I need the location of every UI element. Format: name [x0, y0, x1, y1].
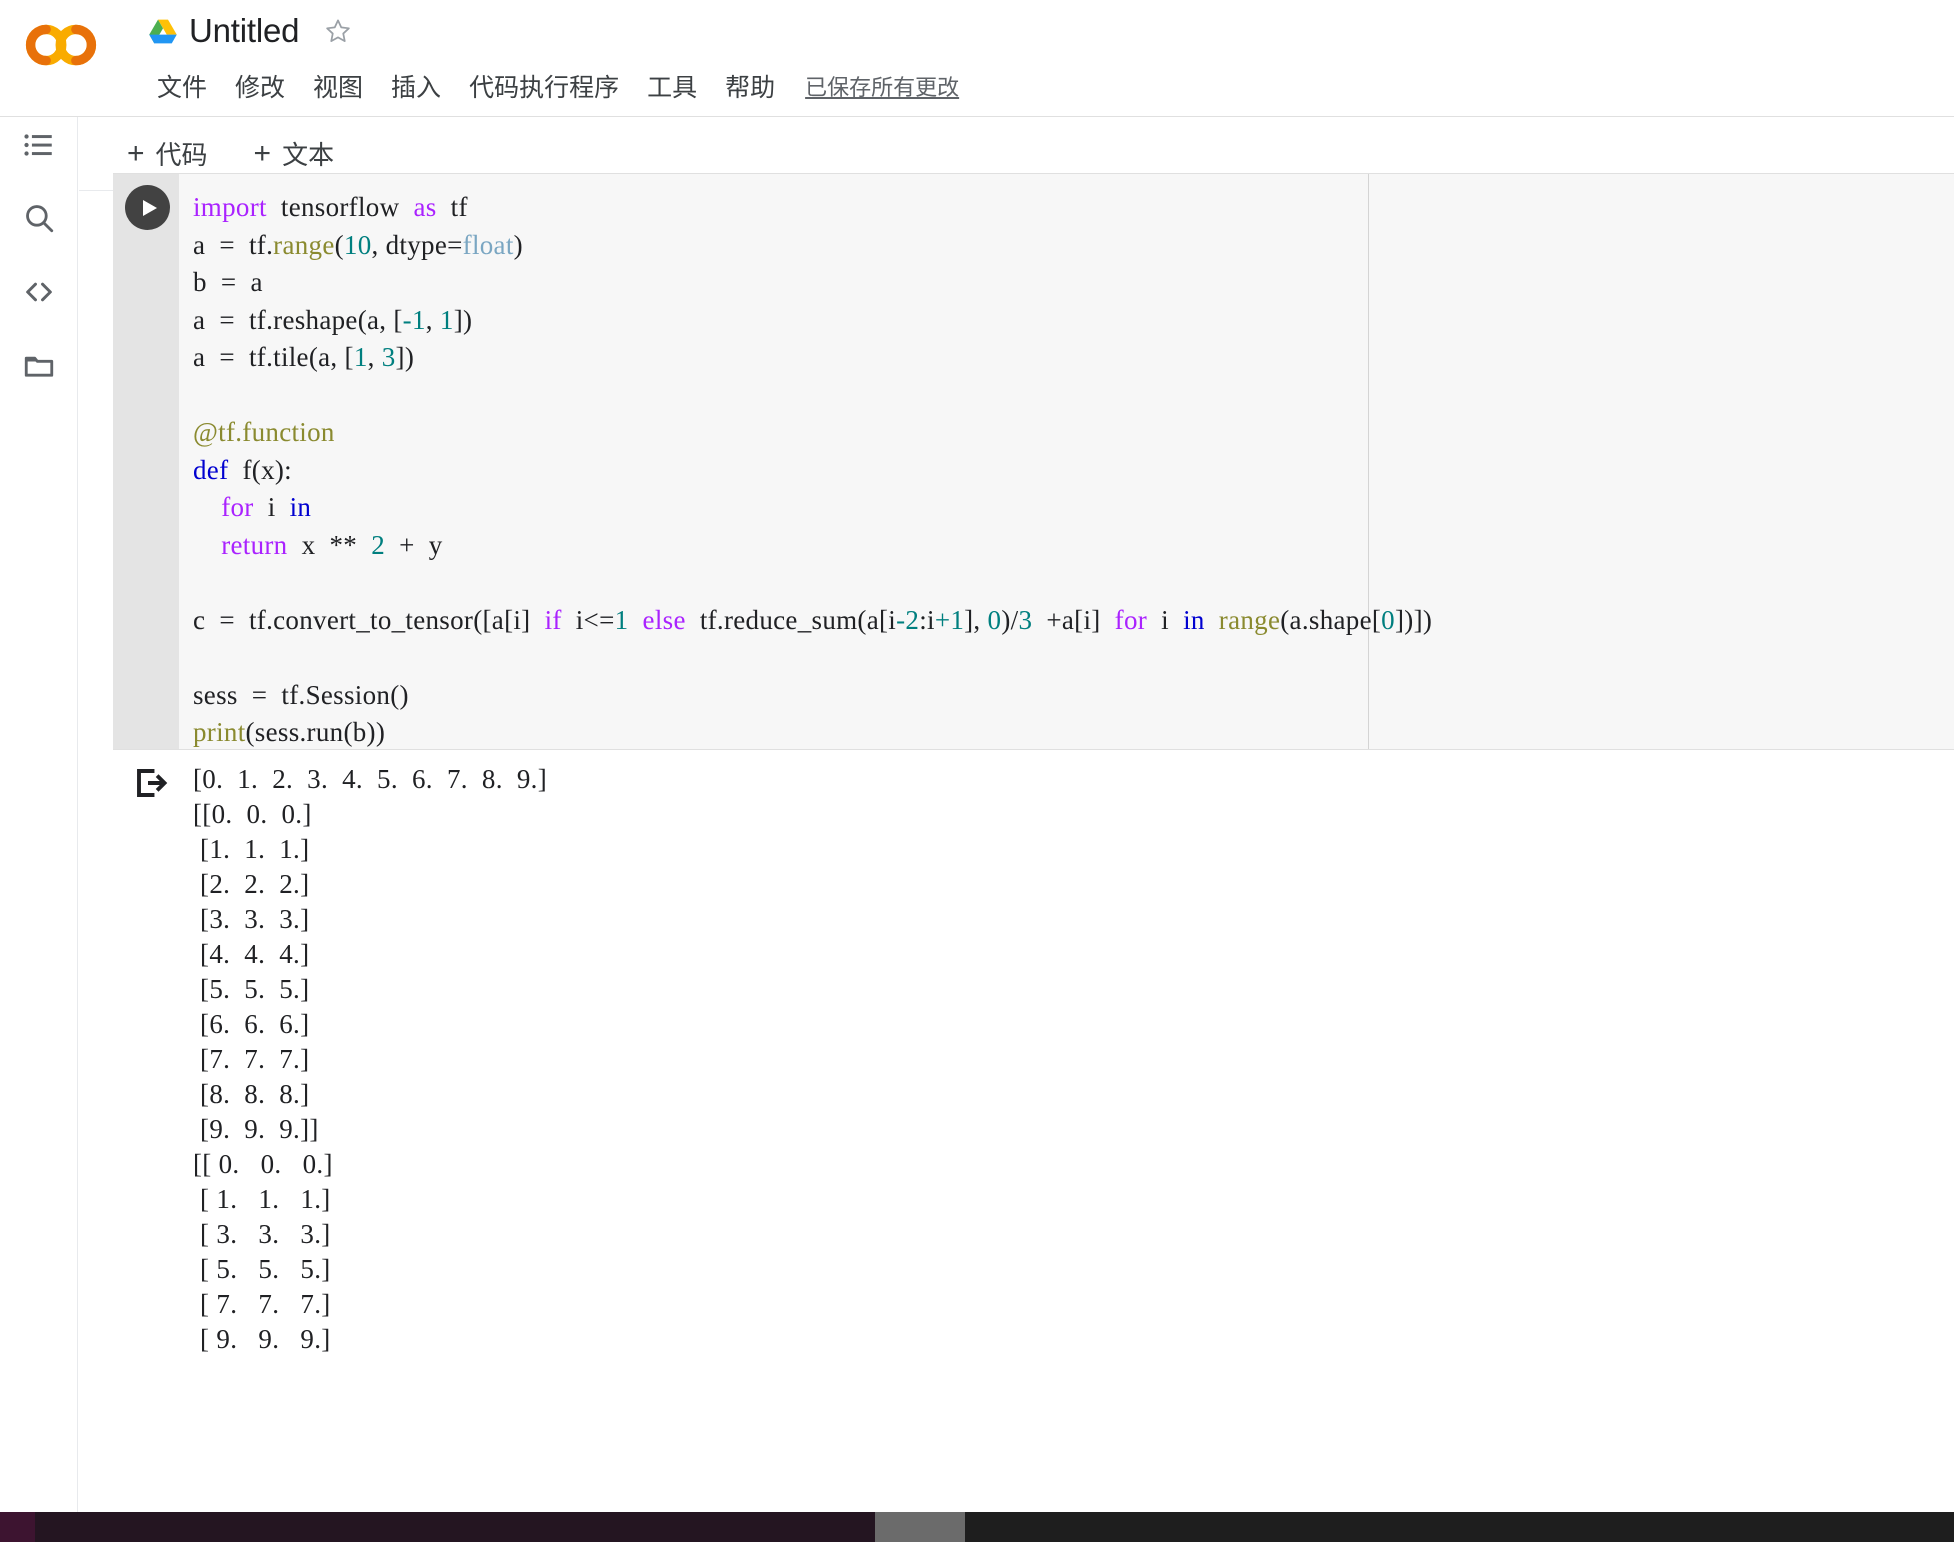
menu-item-insert[interactable]: 插入: [377, 68, 455, 104]
sidebar-item-files[interactable]: [16, 343, 62, 389]
app-header: Untitled 文件 修改 视图 插入 代码执行程序 工具 帮助 已保存所有更…: [0, 0, 1954, 117]
add-code-cell-button[interactable]: + 代码: [113, 131, 222, 176]
cell-output: [0. 1. 2. 3. 4. 5. 6. 7. 8. 9.] [[0. 0. …: [113, 750, 1954, 1512]
output-text: [0. 1. 2. 3. 4. 5. 6. 7. 8. 9.] [[0. 0. …: [193, 764, 547, 1354]
menu-bar: 文件 修改 视图 插入 代码执行程序 工具 帮助 已保存所有更改: [143, 66, 959, 106]
code-cell[interactable]: import tensorflow as tf a = tf.range(10,…: [113, 173, 1954, 750]
add-text-cell-label: 文本: [282, 140, 335, 170]
output-stream-icon: [137, 769, 168, 797]
document-title-row: Untitled: [148, 5, 353, 57]
save-status[interactable]: 已保存所有更改: [805, 70, 959, 102]
add-text-cell-button[interactable]: + 文本: [240, 131, 349, 176]
files-folder-icon: [24, 356, 54, 377]
play-icon: [142, 199, 157, 216]
drive-icon: [149, 19, 177, 43]
plus-icon: +: [253, 136, 272, 170]
taskbar-segment: [35, 1512, 875, 1542]
table-of-contents-icon: [24, 134, 52, 156]
menu-item-help[interactable]: 帮助: [711, 68, 789, 104]
menu-item-view[interactable]: 视图: [299, 68, 377, 104]
menu-item-runtime[interactable]: 代码执行程序: [455, 68, 633, 104]
sidebar-item-search[interactable]: [16, 195, 62, 241]
left-rail: [0, 117, 78, 1512]
run-cell-button[interactable]: [125, 185, 170, 230]
taskbar-segment: [965, 1512, 1954, 1542]
add-code-cell-label: 代码: [155, 140, 208, 170]
code-snippets-icon: [26, 282, 52, 302]
code-editor[interactable]: import tensorflow as tf a = tf.range(10,…: [179, 174, 1954, 749]
notebook-area: + 代码 + 文本 import tensorflow as tf a = tf…: [79, 117, 1954, 1512]
search-icon: [26, 205, 54, 233]
taskbar-segment: [0, 1512, 35, 1542]
sidebar-item-code-snippets[interactable]: [16, 269, 62, 315]
taskbar-segment: [875, 1512, 965, 1542]
menu-item-edit[interactable]: 修改: [221, 68, 299, 104]
cell-gutter: [113, 174, 179, 749]
plus-icon: +: [127, 136, 145, 170]
star-icon[interactable]: [323, 16, 353, 46]
code-text[interactable]: import tensorflow as tf a = tf.range(10,…: [193, 189, 1432, 749]
menu-item-file[interactable]: 文件: [143, 68, 221, 104]
page-title[interactable]: Untitled: [189, 12, 299, 50]
sidebar-item-table-of-contents[interactable]: [16, 122, 62, 168]
menu-item-tools[interactable]: 工具: [633, 68, 711, 104]
colab-window: Untitled 文件 修改 视图 插入 代码执行程序 工具 帮助 已保存所有更…: [0, 0, 1954, 1542]
colab-logo[interactable]: [22, 20, 100, 70]
os-taskbar: [0, 1512, 1954, 1542]
